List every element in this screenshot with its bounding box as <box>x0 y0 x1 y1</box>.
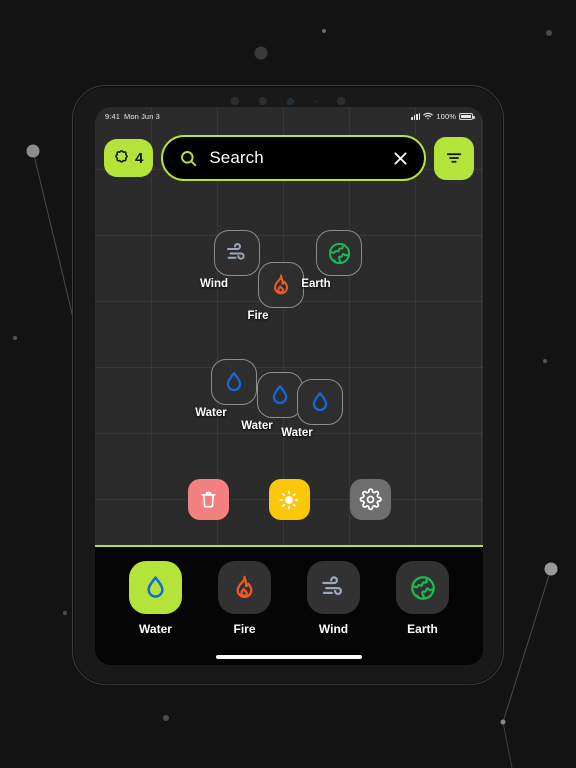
search-value: Search <box>209 148 264 167</box>
wind-icon <box>227 243 245 260</box>
dock-item-earth[interactable]: Earth <box>386 561 460 636</box>
camera-dot <box>231 97 239 105</box>
dock-label: Wind <box>318 622 349 636</box>
dock-item-fire[interactable]: Fire <box>208 561 282 636</box>
tile-surface[interactable] <box>211 359 257 405</box>
screen-root: Wind Fire Earth Water Water Water 9:41 M… <box>0 0 576 768</box>
status-date: Mon Jun 3 <box>124 111 160 121</box>
home-indicator[interactable] <box>216 654 362 659</box>
search-icon <box>181 150 197 166</box>
tile-label: Water <box>281 427 313 439</box>
dock-label: Fire <box>233 622 256 636</box>
cellular-signal-icon <box>411 112 421 120</box>
filter-button[interactable] <box>434 136 474 180</box>
tile-label: Water <box>195 407 227 419</box>
sun-icon <box>279 490 299 509</box>
filter-icon <box>446 153 462 163</box>
dock-icon-surface[interactable] <box>307 561 360 614</box>
tablet-screen: Wind Fire Earth Water Water Water 9:41 M… <box>95 107 483 665</box>
water-icon <box>312 392 328 412</box>
camera-dot <box>259 97 267 105</box>
dock-label: Earth <box>407 622 438 636</box>
battery-percent: 100% <box>436 111 456 121</box>
dock-item-water[interactable]: Water <box>119 561 193 636</box>
wind-icon <box>322 576 343 595</box>
dock-item-wind[interactable]: Wind <box>297 561 371 636</box>
camera-array <box>73 95 503 107</box>
status-bar: 9:41 Mon Jun 3 100% <box>95 107 483 125</box>
sensor-dot <box>314 99 317 103</box>
dock-icon-surface[interactable] <box>396 561 449 614</box>
battery-icon <box>459 112 475 120</box>
tile-surface[interactable] <box>258 262 304 308</box>
water-icon <box>147 576 164 598</box>
fire-icon <box>274 274 288 295</box>
dock-label: Water <box>139 622 172 636</box>
element-dock: Water Fire Wind Earth <box>95 547 483 665</box>
camera-dot <box>337 97 345 105</box>
tablet-frame: Wind Fire Earth Water Water Water 9:41 M… <box>72 85 504 685</box>
earth-icon <box>410 575 435 600</box>
delete-button[interactable] <box>187 479 229 520</box>
water-icon <box>226 372 242 392</box>
canvas-action-bar <box>95 479 483 520</box>
dock-icon-surface[interactable] <box>218 561 271 614</box>
top-toolbar: 4 Search <box>95 135 483 181</box>
wifi-icon <box>423 112 434 120</box>
camera-lens <box>287 97 294 105</box>
tile-label: Water <box>241 420 273 432</box>
tile-surface[interactable] <box>214 230 260 276</box>
dock-row: Water Fire Wind Earth <box>95 547 483 636</box>
puzzle-piece-icon <box>115 149 128 163</box>
earth-icon <box>328 242 350 264</box>
tile-surface[interactable] <box>297 379 343 425</box>
dock-icon-surface[interactable] <box>129 561 182 614</box>
settings-button[interactable] <box>349 479 391 520</box>
inventory-count: 4 <box>135 149 144 167</box>
fire-icon <box>236 575 253 599</box>
inventory-badge-button[interactable]: 4 <box>104 139 154 177</box>
status-time: 9:41 <box>105 111 120 121</box>
tile-label: Earth <box>301 278 331 290</box>
water-icon <box>272 385 288 405</box>
search-input[interactable]: Search <box>161 135 426 181</box>
close-icon[interactable] <box>391 149 410 168</box>
tile-label: Fire <box>247 310 269 322</box>
trash-icon <box>200 491 216 508</box>
tile-label: Wind <box>200 278 228 290</box>
theme-toggle-button[interactable] <box>268 479 310 520</box>
tile-surface[interactable] <box>316 230 362 276</box>
gear-icon <box>359 488 382 511</box>
